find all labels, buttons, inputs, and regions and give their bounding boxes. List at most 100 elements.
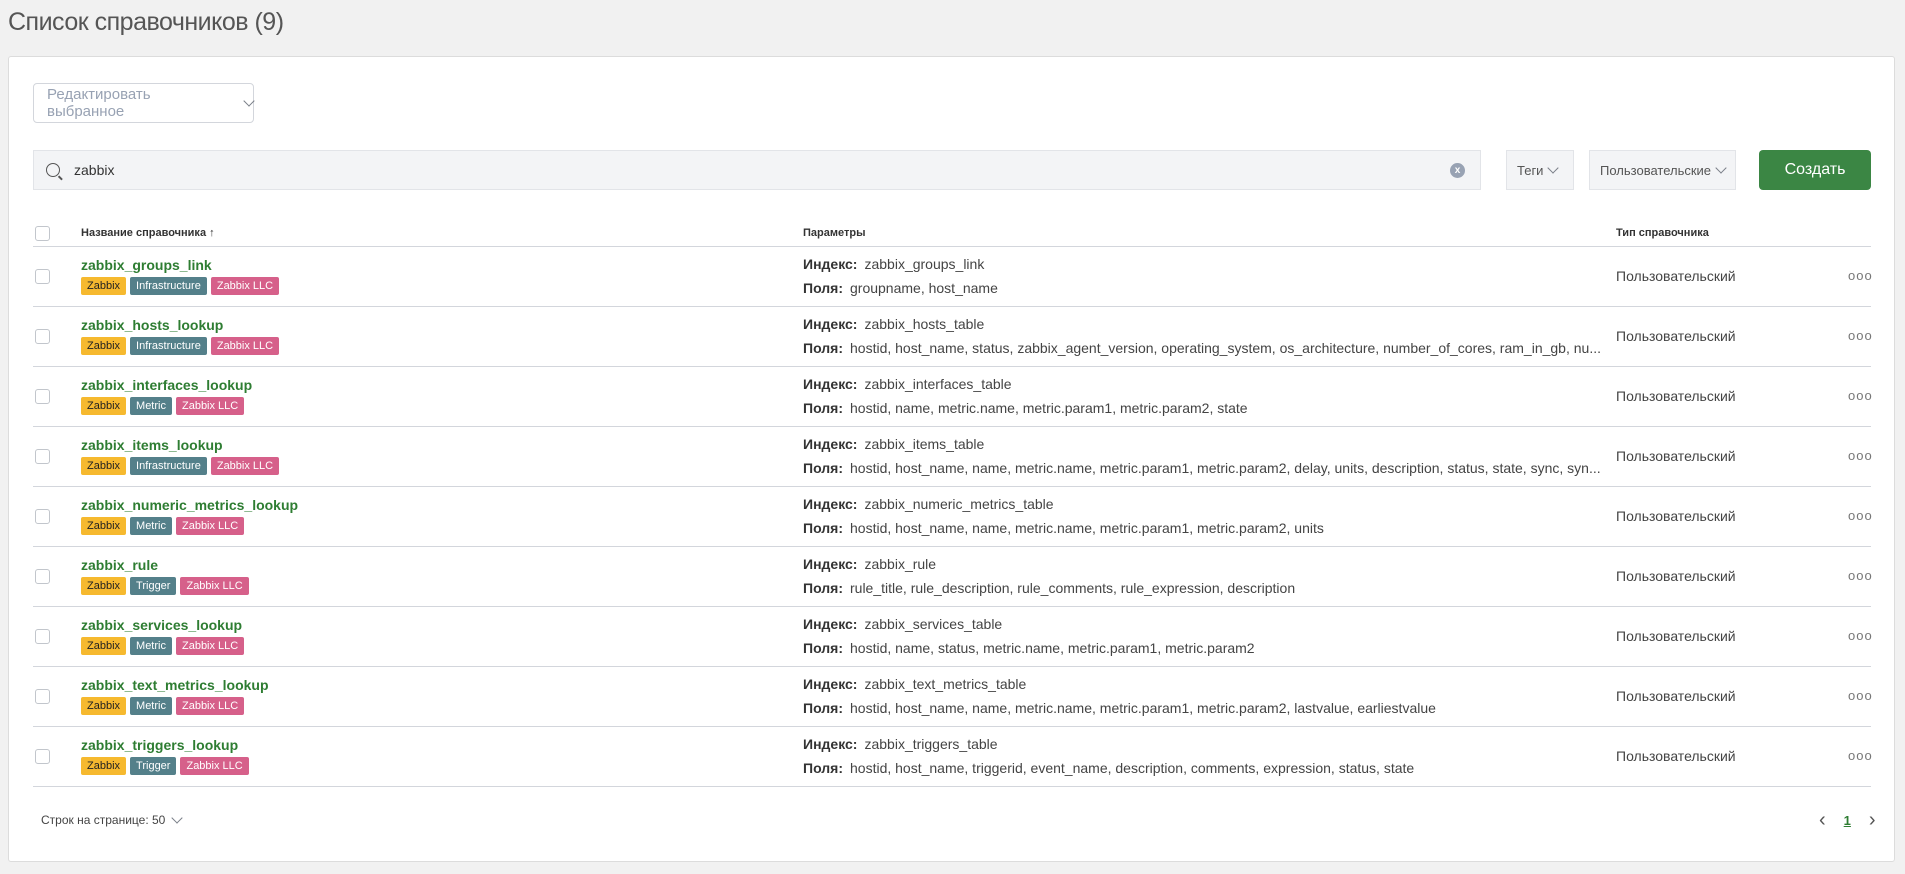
index-value: zabbix_interfaces_table xyxy=(864,376,1012,392)
lookup-name-link[interactable]: zabbix_groups_link xyxy=(81,257,212,273)
tag-badge[interactable]: Zabbix LLC xyxy=(175,637,245,655)
lookup-type: Пользовательский xyxy=(1616,508,1736,524)
index-label: Индекс: xyxy=(803,256,858,272)
fields-value: hostid, name, metric.name, metric.param1… xyxy=(850,400,1248,416)
tag-badge[interactable]: Metric xyxy=(130,697,172,715)
index-param: Индекс: zabbix_rule xyxy=(803,556,1613,572)
row-checkbox[interactable] xyxy=(35,629,50,644)
tag-badge[interactable]: Zabbix LLC xyxy=(210,277,280,295)
table-row: zabbix_triggers_lookup Zabbix Trigger Zabb… xyxy=(33,727,1873,787)
lookup-name-link[interactable]: zabbix_hosts_lookup xyxy=(81,317,223,333)
tag-badge[interactable]: Zabbix LLC xyxy=(175,517,245,535)
tag-badge[interactable]: Infrastructure xyxy=(130,277,207,295)
tag-badge[interactable]: Zabbix xyxy=(81,757,127,775)
next-page-button[interactable]: › xyxy=(1869,809,1876,832)
tag-badge[interactable]: Zabbix xyxy=(81,277,127,295)
row-checkbox[interactable] xyxy=(35,569,50,584)
row-checkbox[interactable] xyxy=(35,689,50,704)
search-icon xyxy=(46,163,60,177)
lookup-name-link[interactable]: zabbix_services_lookup xyxy=(81,617,242,633)
tag-badge[interactable]: Zabbix xyxy=(81,697,127,715)
tag-badge[interactable]: Zabbix xyxy=(81,637,127,655)
tag-badge[interactable]: Metric xyxy=(130,517,172,535)
more-actions-icon[interactable]: ooo xyxy=(1848,628,1873,643)
row-checkbox[interactable] xyxy=(35,269,50,284)
lookup-type: Пользовательский xyxy=(1616,688,1736,704)
fields-value: rule_title, rule_description, rule_comme… xyxy=(850,580,1296,596)
fields-param: Поля: rule_title, rule_description, rule_… xyxy=(803,580,1613,596)
tag-badge[interactable]: Zabbix LLC xyxy=(180,577,249,595)
more-actions-icon[interactable]: ooo xyxy=(1848,508,1873,523)
fields-param: Поля: hostid, host_name, name, metric.nam… xyxy=(803,460,1613,476)
tag-badge[interactable]: Trigger xyxy=(130,757,177,775)
row-checkbox[interactable] xyxy=(35,329,50,344)
column-name[interactable]: Название справочника ↑ xyxy=(81,227,215,239)
type-filter[interactable]: Пользовательские xyxy=(1589,150,1736,190)
tag-badge[interactable]: Zabbix LLC xyxy=(180,757,249,775)
tag-badge[interactable]: Zabbix LLC xyxy=(175,697,245,715)
index-value: zabbix_rule xyxy=(864,556,937,572)
fields-param: Поля: groupname, host_name xyxy=(803,280,1613,296)
index-param: Индекс: zabbix_items_table xyxy=(803,436,1613,452)
row-checkbox[interactable] xyxy=(35,389,50,404)
tag-badge[interactable]: Zabbix xyxy=(81,457,127,475)
create-button[interactable]: Создать xyxy=(1759,150,1871,190)
lookup-name-link[interactable]: zabbix_interfaces_lookup xyxy=(81,377,252,393)
lookup-name-link[interactable]: zabbix_text_metrics_lookup xyxy=(81,677,269,693)
tag-badge[interactable]: Trigger xyxy=(130,577,177,595)
search-input[interactable] xyxy=(74,162,1450,178)
table-row: zabbix_numeric_metrics_lookup Zabbix Metr… xyxy=(33,487,1873,547)
index-value: zabbix_items_table xyxy=(864,436,985,452)
tag-badge[interactable]: Zabbix xyxy=(81,337,127,355)
table-row: zabbix_hosts_lookup Zabbix Infrastructure… xyxy=(33,307,1873,367)
table-row: zabbix_groups_link Zabbix Infrastructure Z… xyxy=(33,247,1873,307)
index-label: Индекс: xyxy=(803,736,858,752)
column-name-label: Название справочника xyxy=(81,227,207,239)
index-param: Индекс: zabbix_interfaces_table xyxy=(803,376,1613,392)
more-actions-icon[interactable]: ooo xyxy=(1848,568,1873,583)
select-all-checkbox[interactable] xyxy=(35,226,50,241)
more-actions-icon[interactable]: ooo xyxy=(1848,448,1873,463)
tag-list: Zabbix Infrastructure Zabbix LLC xyxy=(81,277,280,295)
row-checkbox[interactable] xyxy=(35,509,50,524)
tag-badge[interactable]: Infrastructure xyxy=(130,337,207,355)
rows-per-page-dropdown[interactable]: Строк на странице: 50 xyxy=(41,812,184,827)
tag-badge[interactable]: Infrastructure xyxy=(130,457,207,475)
lookup-name-link[interactable]: zabbix_numeric_metrics_lookup xyxy=(81,497,298,513)
tag-badge[interactable]: Metric xyxy=(130,397,172,415)
clear-search-icon[interactable]: x xyxy=(1450,162,1465,178)
more-actions-icon[interactable]: ooo xyxy=(1848,328,1873,343)
page-1-button[interactable]: 1 xyxy=(1844,813,1851,828)
tag-badge[interactable]: Zabbix xyxy=(81,397,127,415)
fields-label: Поля: xyxy=(803,340,843,356)
more-actions-icon[interactable]: ooo xyxy=(1848,688,1873,703)
pagination: ‹ 1 › xyxy=(1819,809,1876,832)
fields-param: Поля: hostid, host_name, name, metric.nam… xyxy=(803,520,1613,536)
more-actions-icon[interactable]: ooo xyxy=(1848,268,1873,283)
fields-value: hostid, host_name, name, metric.name, me… xyxy=(850,460,1601,476)
prev-page-button[interactable]: ‹ xyxy=(1819,809,1826,832)
chevron-down-icon xyxy=(1715,162,1727,174)
fields-label: Поля: xyxy=(803,280,843,296)
index-value: zabbix_services_table xyxy=(864,616,1003,632)
tag-badge[interactable]: Zabbix xyxy=(81,517,127,535)
lookup-name-link[interactable]: zabbix_triggers_lookup xyxy=(81,737,238,753)
tags-filter[interactable]: Теги xyxy=(1506,150,1574,190)
tag-list: Zabbix Metric Zabbix LLC xyxy=(81,697,245,715)
edit-selected-dropdown[interactable]: Редактировать выбранное xyxy=(33,83,255,123)
row-checkbox[interactable] xyxy=(35,449,50,464)
lookup-name-link[interactable]: zabbix_items_lookup xyxy=(81,437,223,453)
fields-label: Поля: xyxy=(803,760,843,776)
lookup-name-link[interactable]: zabbix_rule xyxy=(81,557,158,573)
tag-badge[interactable]: Zabbix xyxy=(81,577,127,595)
tag-badge[interactable]: Zabbix LLC xyxy=(210,337,280,355)
more-actions-icon[interactable]: ooo xyxy=(1848,748,1873,763)
column-params: Параметры xyxy=(803,227,866,239)
more-actions-icon[interactable]: ooo xyxy=(1848,388,1873,403)
tags-filter-label: Теги xyxy=(1517,162,1544,178)
tag-list: Zabbix Trigger Zabbix LLC xyxy=(81,757,249,775)
row-checkbox[interactable] xyxy=(35,749,50,764)
tag-badge[interactable]: Metric xyxy=(130,637,172,655)
tag-badge[interactable]: Zabbix LLC xyxy=(210,457,280,475)
tag-badge[interactable]: Zabbix LLC xyxy=(175,397,245,415)
